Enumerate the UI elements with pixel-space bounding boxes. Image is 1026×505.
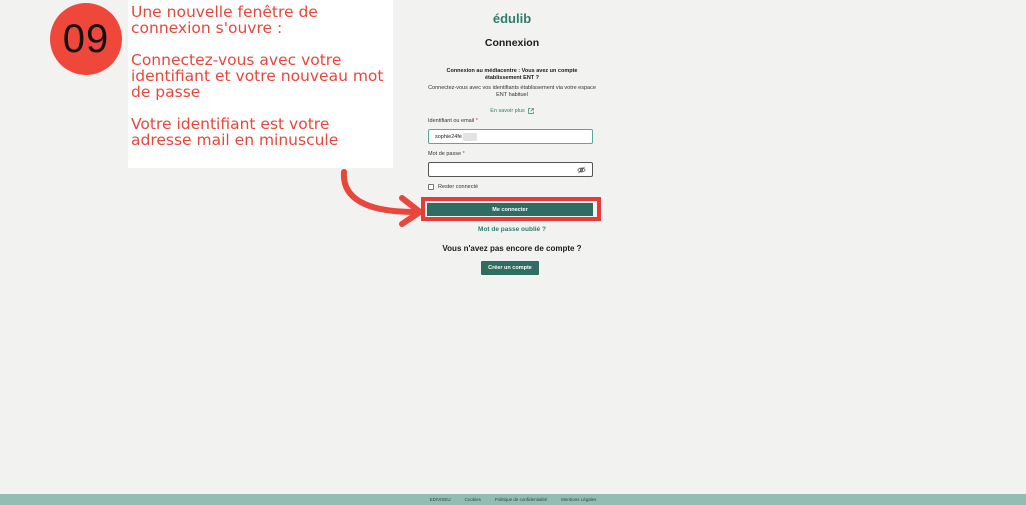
no-account-heading: Vous n'avez pas encore de compte ? xyxy=(442,244,582,253)
identifier-label: Identifiant ou email * xyxy=(428,118,478,124)
tutorial-instructions: Une nouvelle fenêtre de connexion s'ouvr… xyxy=(131,4,393,148)
footer-link-legal[interactable]: Mentions Légales xyxy=(561,497,596,502)
learn-more-label: En savoir plus xyxy=(490,108,525,114)
remember-checkbox[interactable] xyxy=(428,184,434,190)
instruction-line-2: Connectez-vous avec votre identifiant et… xyxy=(131,51,384,101)
identifier-input[interactable]: sophie24fe xyxy=(428,129,593,144)
ent-heading: Connexion au médiacentre : Vous avez un … xyxy=(446,68,578,81)
edulib-logo: édulib xyxy=(492,11,532,26)
ent-description: Connectez-vous avec vos identifiants éta… xyxy=(428,85,596,98)
redacted-patch xyxy=(462,132,477,141)
step-number-badge: 09 xyxy=(50,3,122,75)
login-card: édulib Connexion Connexion au médiacentr… xyxy=(420,0,604,117)
footer-link-cookies[interactable]: Cookies xyxy=(465,497,481,502)
password-input[interactable] xyxy=(428,162,593,177)
identifier-value: sophie24fe xyxy=(435,133,462,140)
learn-more-link[interactable]: En savoir plus xyxy=(490,108,534,114)
identifier-label-text: Identifiant ou email xyxy=(428,118,475,124)
password-label: Mot de passe * xyxy=(428,151,465,157)
forgot-password-link[interactable]: Mot de passe oublié ? xyxy=(420,226,604,233)
password-label-text: Mot de passe xyxy=(428,151,462,157)
footer-link-privacy[interactable]: Politique de confidentialité xyxy=(495,497,547,502)
footer: EDIVISEU Cookies Politique de confidenti… xyxy=(0,494,1026,505)
instruction-line-3: Votre identifiant est votre adresse mail… xyxy=(131,115,339,149)
remember-label: Rester connecté xyxy=(438,184,479,190)
external-link-icon xyxy=(528,108,534,114)
page-title: Connexion xyxy=(484,37,540,49)
login-button[interactable]: Me connecter xyxy=(427,203,593,216)
instruction-line-1: Une nouvelle fenêtre de connexion s'ouvr… xyxy=(131,3,318,37)
create-account-button[interactable]: Créer un compte xyxy=(481,261,539,275)
footer-link-ediviseu[interactable]: EDIVISEU xyxy=(430,497,451,502)
eye-slash-icon[interactable] xyxy=(577,166,586,174)
required-mark: * xyxy=(475,118,478,124)
required-mark: * xyxy=(462,151,465,157)
remember-me[interactable]: Rester connecté xyxy=(428,184,478,190)
